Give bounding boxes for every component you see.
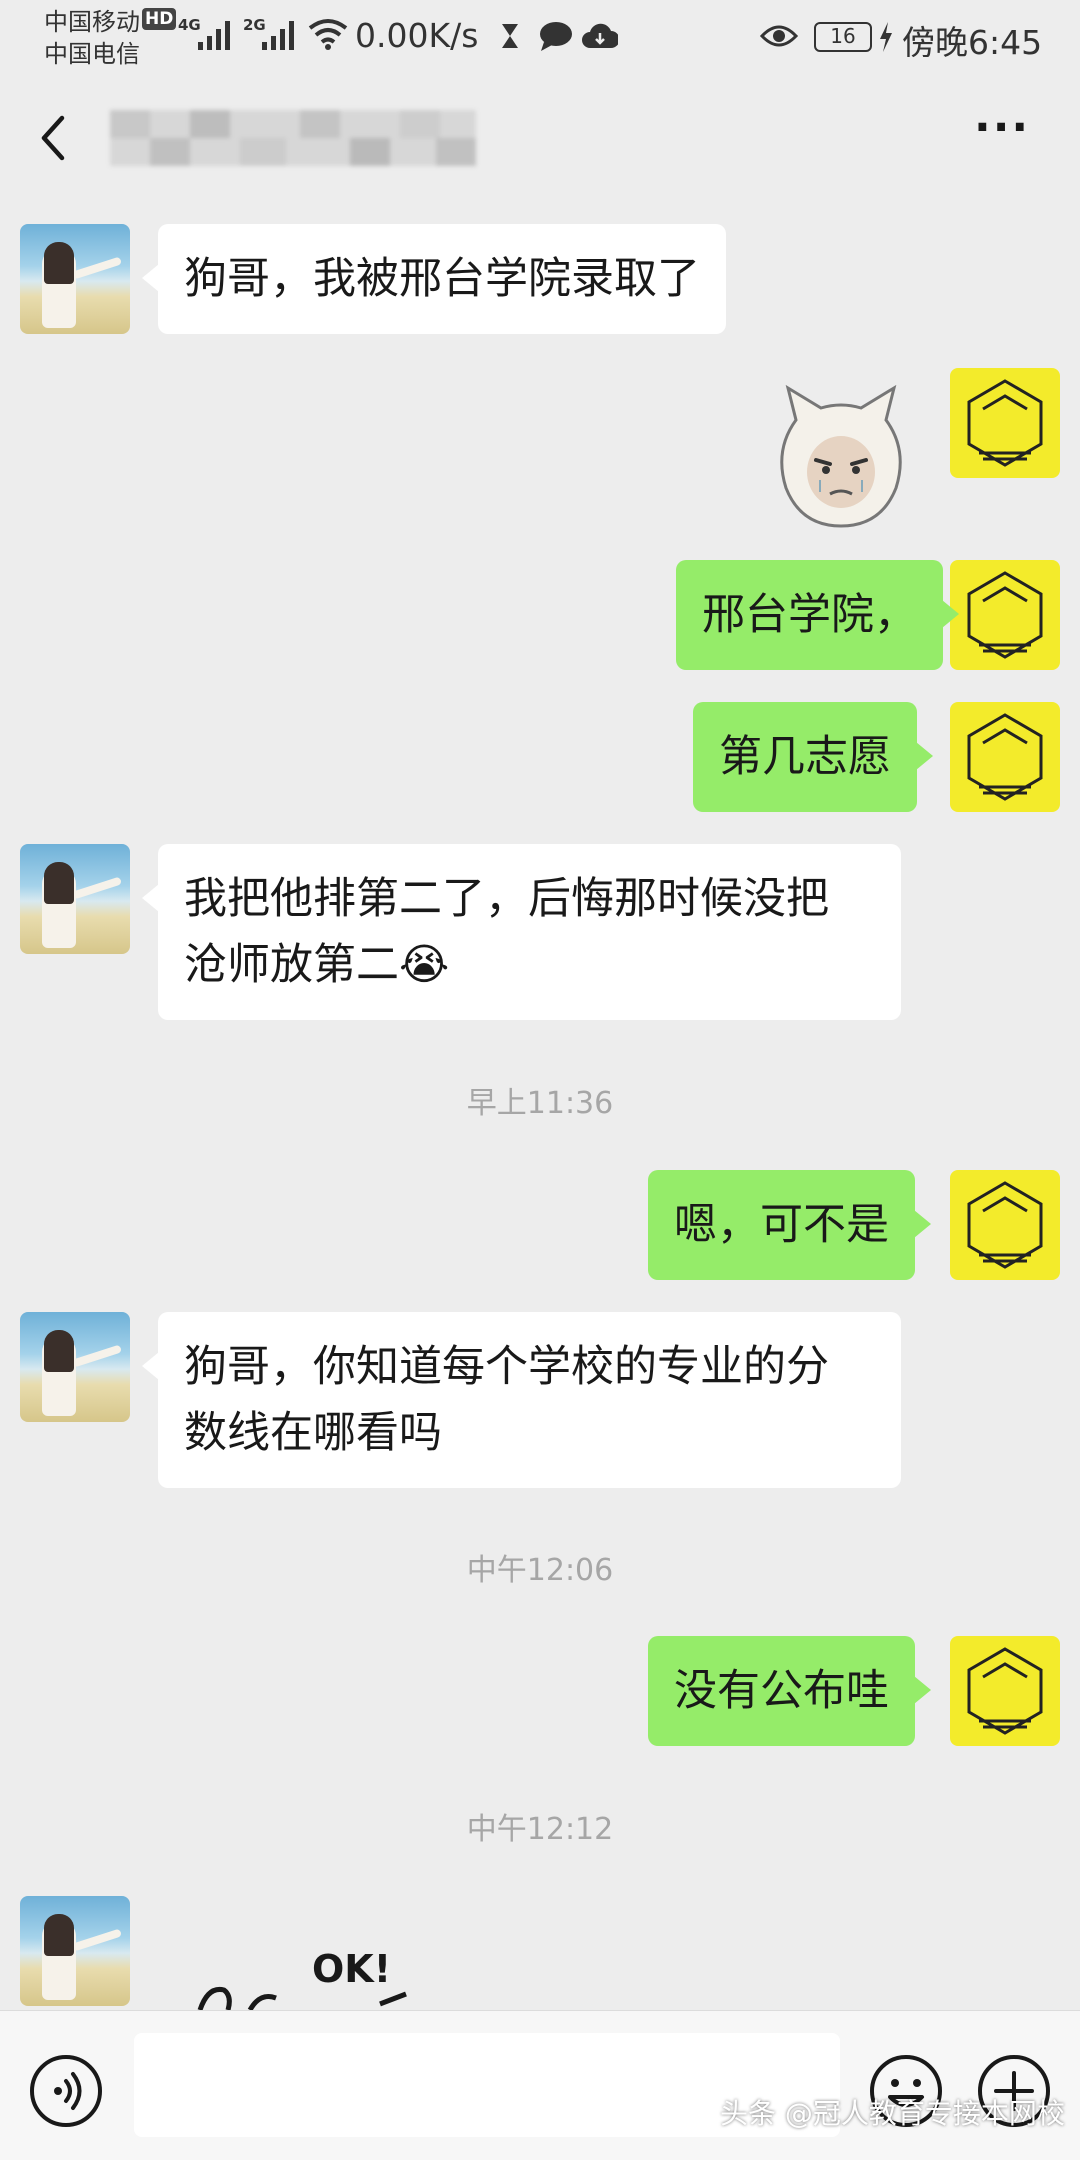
self-avatar[interactable] bbox=[950, 702, 1060, 812]
self-avatar[interactable] bbox=[950, 1170, 1060, 1280]
wifi-icon bbox=[308, 19, 348, 50]
sticker-text: OK! bbox=[312, 1947, 391, 1991]
self-avatar[interactable] bbox=[950, 560, 1060, 670]
signal-icon-2 bbox=[262, 21, 294, 50]
more-options-icon[interactable]: ··· bbox=[974, 106, 1034, 158]
self-avatar[interactable] bbox=[950, 368, 1060, 478]
message-line: 沧师放第二 bbox=[184, 940, 399, 990]
hexagon-avatar-icon bbox=[967, 1647, 1043, 1735]
friend-avatar[interactable] bbox=[20, 224, 130, 334]
message-bubble-incoming[interactable]: 狗哥，你知道每个学校的专业的分 数线在哪看吗 bbox=[142, 1312, 901, 1488]
hexagon-avatar-icon bbox=[967, 379, 1043, 467]
chat-header: ··· bbox=[0, 88, 1080, 188]
charging-bolt-icon bbox=[880, 22, 892, 52]
hd-badge: HD bbox=[142, 8, 177, 30]
chat-input-bar bbox=[0, 2010, 1080, 2160]
avatar-figure-hair bbox=[44, 1330, 74, 1372]
clock: 傍晚6:45 bbox=[902, 23, 1043, 62]
message-bubble-outgoing[interactable]: 嗯，可不是 bbox=[648, 1170, 931, 1280]
signal-icon bbox=[198, 21, 230, 50]
avatar-figure-hair bbox=[44, 862, 74, 904]
message-bubble-outgoing[interactable]: 没有公布哇 bbox=[648, 1636, 931, 1746]
message-line-with-emoji: 沧师放第二😭 bbox=[184, 932, 449, 998]
message-timestamp: 早上11:36 bbox=[466, 1086, 614, 1121]
message-line: 数线在哪看吗 bbox=[184, 1408, 442, 1458]
carrier-1: 中国移动 bbox=[44, 8, 140, 36]
message-line: 狗哥，你知道每个学校的专业的分 bbox=[184, 1342, 829, 1392]
hourglass-icon bbox=[502, 24, 518, 48]
hexagon-avatar-icon bbox=[967, 713, 1043, 801]
back-arrow-icon[interactable] bbox=[34, 110, 74, 166]
avatar-figure-arm bbox=[71, 1344, 123, 1368]
friend-avatar[interactable] bbox=[20, 844, 130, 954]
avatar-figure-arm bbox=[71, 1928, 123, 1952]
eye-icon bbox=[760, 25, 798, 47]
hexagon-avatar-icon bbox=[967, 571, 1043, 659]
friend-avatar[interactable] bbox=[20, 1896, 130, 2006]
self-avatar[interactable] bbox=[950, 1636, 1060, 1746]
crying-emoji: 😭 bbox=[399, 940, 450, 990]
avatar-figure-hair bbox=[44, 1914, 74, 1956]
avatar-figure-arm bbox=[71, 256, 123, 280]
watermark: 头条 @冠人教育专接本网校 bbox=[720, 2097, 1065, 2130]
ok-hand-drawn-sticker[interactable]: OK! bbox=[180, 1940, 440, 2010]
status-bar: 中国移动 中国电信 HD 4G 2G 0.00K/s 16 傍晚6:45 bbox=[0, 0, 1080, 78]
message-bubble-incoming[interactable]: 我把他排第二了，后悔那时候没把 沧师放第二😭 bbox=[142, 844, 901, 1020]
contact-name-blurred bbox=[110, 110, 476, 166]
avatar-figure-hair bbox=[44, 242, 74, 284]
message-line: 我把他排第二了，后悔那时候没把 bbox=[184, 874, 829, 924]
cloud-download-icon bbox=[582, 23, 618, 48]
carrier-labels: 中国移动 中国电信 bbox=[44, 6, 140, 70]
message-timestamp: 中午12:06 bbox=[466, 1553, 614, 1588]
chat-bubble-icon bbox=[540, 22, 572, 51]
message-timestamp: 中午12:12 bbox=[466, 1812, 614, 1847]
network-speed: 0.00K/s bbox=[355, 16, 479, 55]
voice-input-icon[interactable] bbox=[28, 2053, 104, 2129]
message-bubble-outgoing[interactable]: 邢台学院， bbox=[676, 560, 959, 670]
battery-indicator: 16 bbox=[814, 22, 872, 52]
crying-baby-face-sticker[interactable] bbox=[766, 380, 916, 530]
message-bubble-outgoing[interactable]: 第几志愿 bbox=[693, 702, 933, 812]
friend-avatar[interactable] bbox=[20, 1312, 130, 1422]
hexagon-avatar-icon bbox=[967, 1181, 1043, 1269]
carrier-2: 中国电信 bbox=[44, 40, 140, 68]
avatar-figure-arm bbox=[71, 876, 123, 900]
message-bubble-incoming[interactable]: 狗哥，我被邢台学院录取了 bbox=[142, 224, 726, 334]
